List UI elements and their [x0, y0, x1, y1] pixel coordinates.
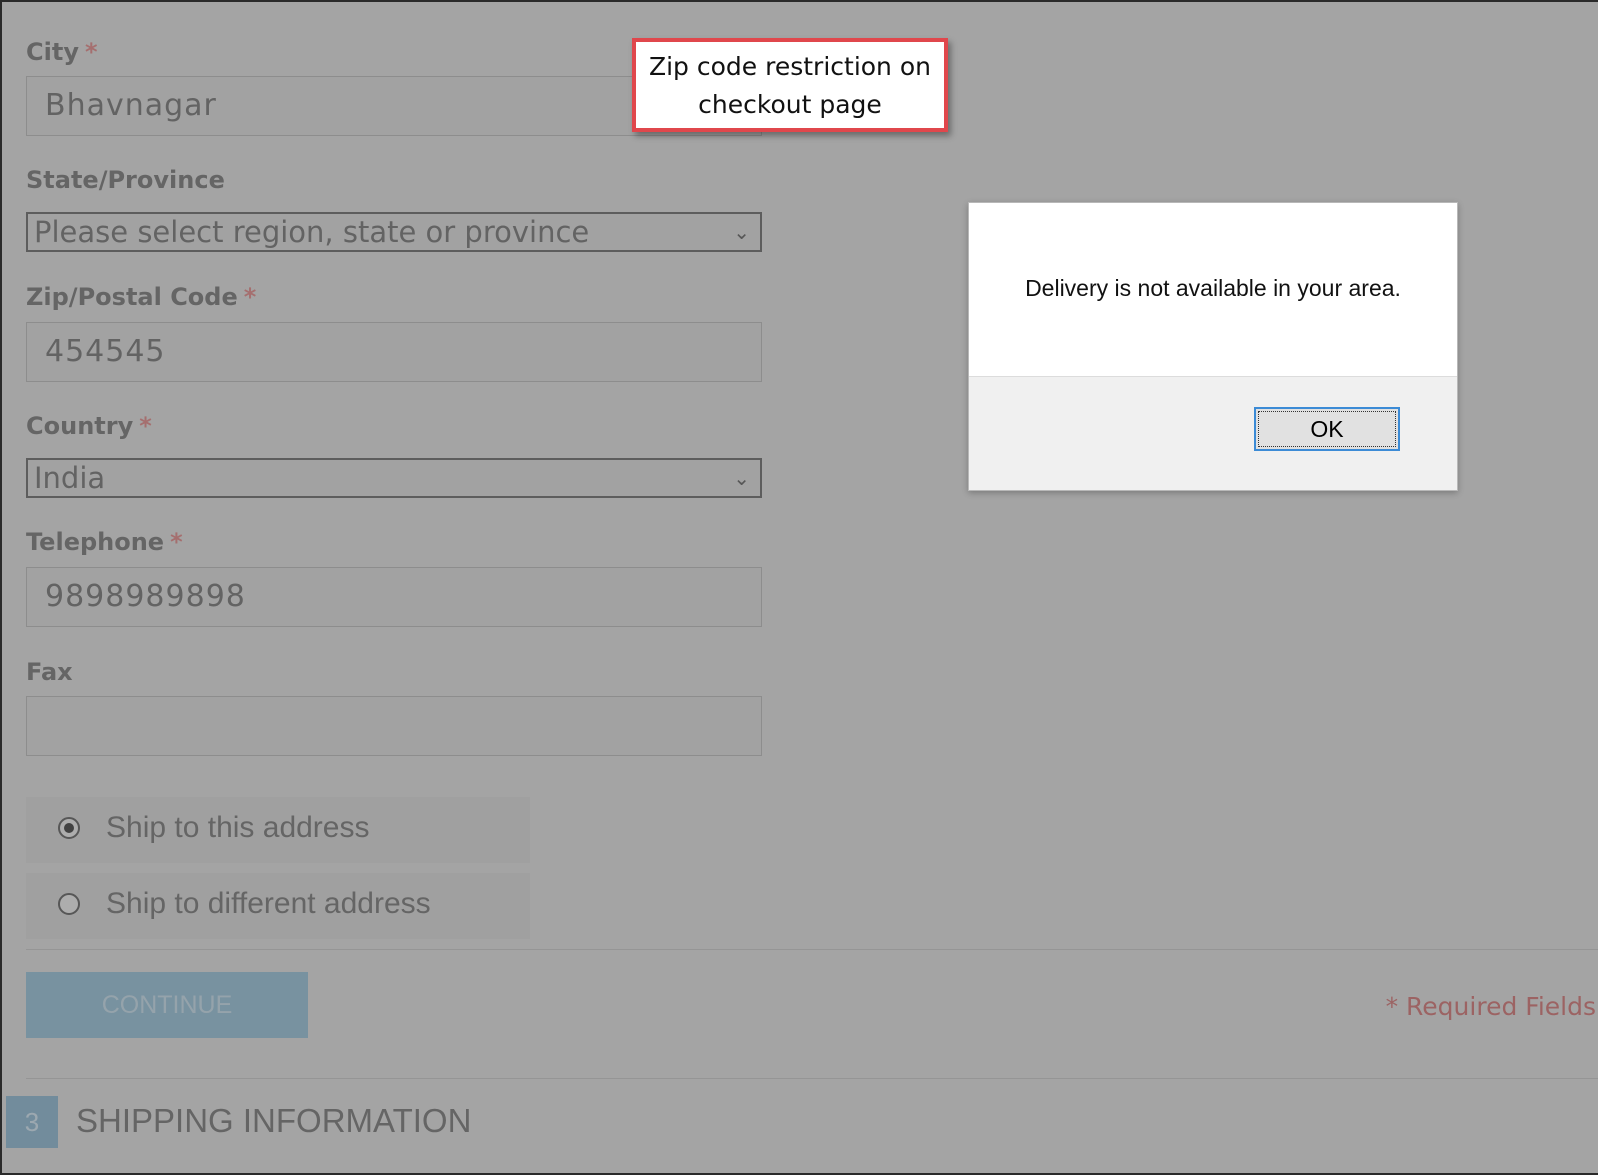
- ok-button[interactable]: OK: [1254, 407, 1400, 451]
- callout-line-2: checkout page: [698, 90, 882, 119]
- alert-dialog: Delivery is not available in your area. …: [968, 202, 1458, 491]
- modal-overlay: [2, 2, 1598, 1173]
- alert-footer: OK: [969, 376, 1457, 490]
- annotation-callout: Zip code restriction on checkout page: [632, 38, 948, 132]
- checkout-page: City * Bhavnagar State/Province Please se…: [0, 0, 1598, 1175]
- callout-line-1: Zip code restriction on: [648, 52, 931, 81]
- alert-message: Delivery is not available in your area.: [1025, 275, 1401, 301]
